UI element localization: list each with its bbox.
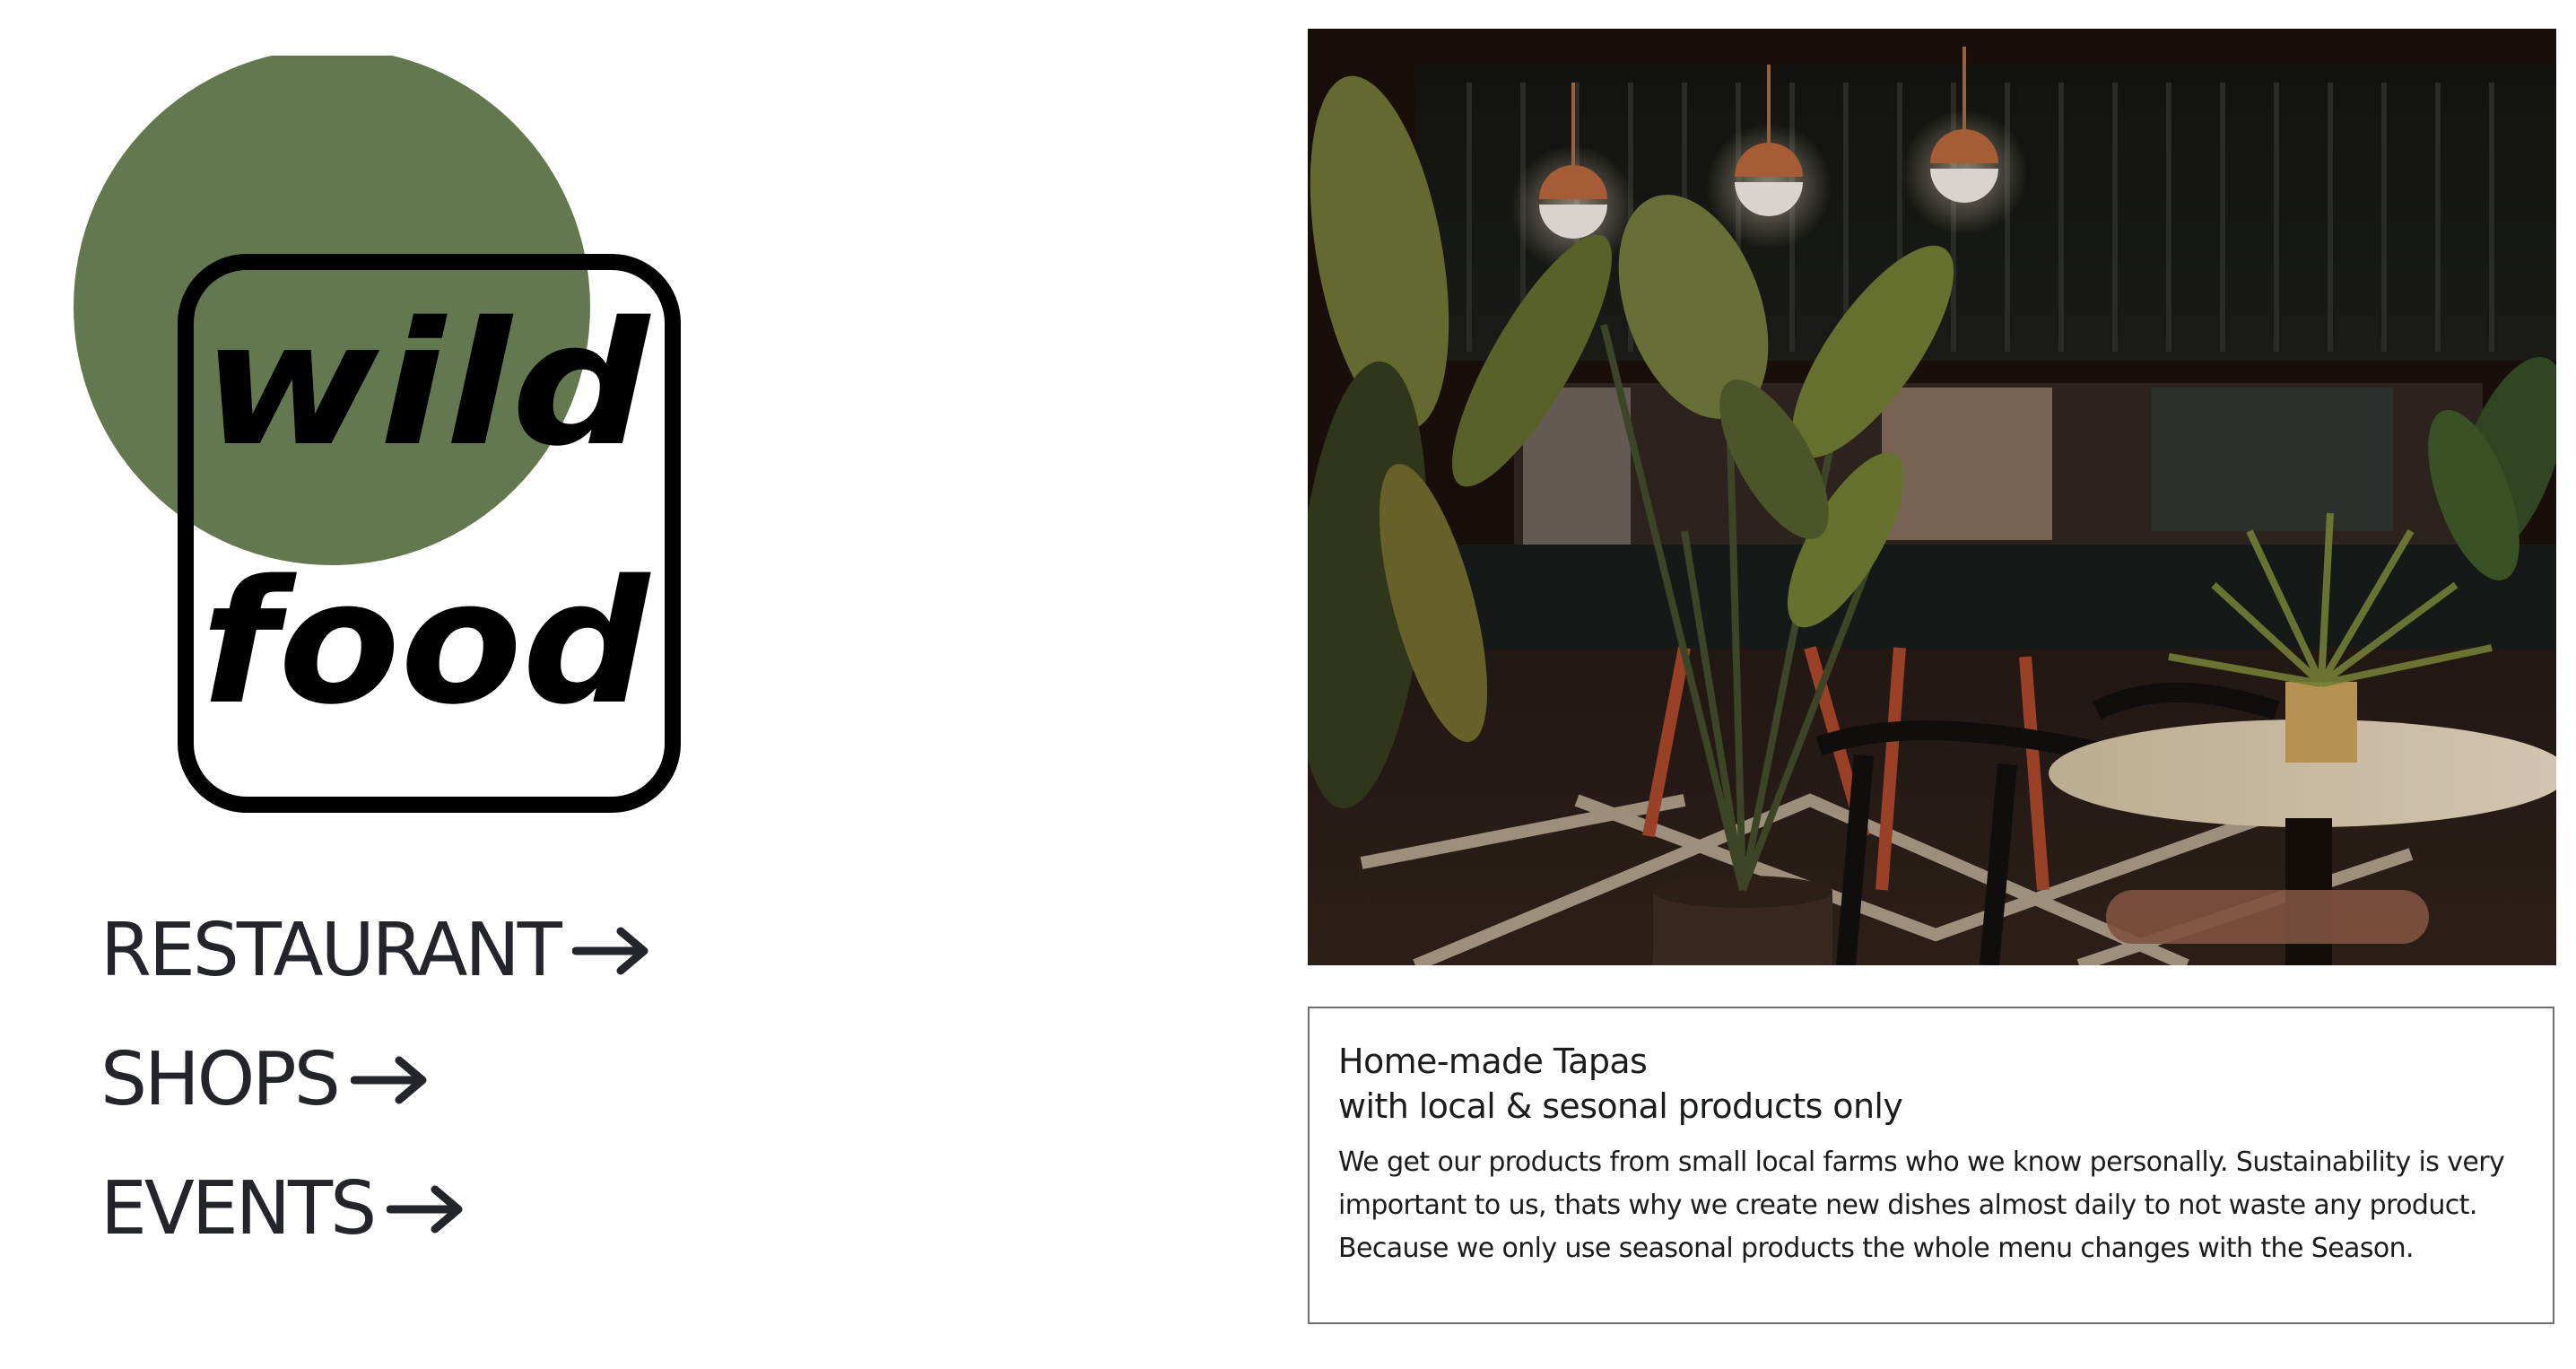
nav-label-shops: SHOPS bbox=[100, 1037, 341, 1122]
nav-item-shops[interactable]: SHOPS bbox=[100, 1026, 651, 1134]
brand-logo[interactable]: wild food bbox=[74, 56, 701, 818]
arrow-right-icon bbox=[350, 1053, 430, 1107]
main-nav: RESTAURANT SHOPS EVENTS bbox=[100, 897, 651, 1285]
restaurant-interior-photo bbox=[1308, 29, 2556, 965]
card-title-line-1: Home-made Tapas bbox=[1338, 1042, 1648, 1081]
nav-label-events: EVENTS bbox=[100, 1166, 377, 1251]
logo-graphic: wild food bbox=[74, 56, 681, 813]
page: wild food RESTAURANT SHOPS EVENTS Home-m… bbox=[0, 0, 2576, 1369]
card-body-text: We get our products from small local far… bbox=[1338, 1147, 2505, 1264]
nav-item-events[interactable]: EVENTS bbox=[100, 1155, 651, 1263]
nav-item-restaurant[interactable]: RESTAURANT bbox=[100, 897, 651, 1005]
card-title: Home-made Tapas with local & sesonal pro… bbox=[1338, 1039, 2524, 1129]
card-title-line-2: with local & sesonal products only bbox=[1338, 1086, 1903, 1126]
nav-label-restaurant: RESTAURANT bbox=[100, 908, 562, 993]
logo-word-top: wild bbox=[201, 285, 651, 484]
logo-word-bottom: food bbox=[201, 544, 651, 742]
arrow-right-icon bbox=[571, 924, 651, 978]
info-card: Home-made Tapas with local & sesonal pro… bbox=[1308, 1007, 2554, 1324]
arrow-right-icon bbox=[387, 1182, 466, 1236]
